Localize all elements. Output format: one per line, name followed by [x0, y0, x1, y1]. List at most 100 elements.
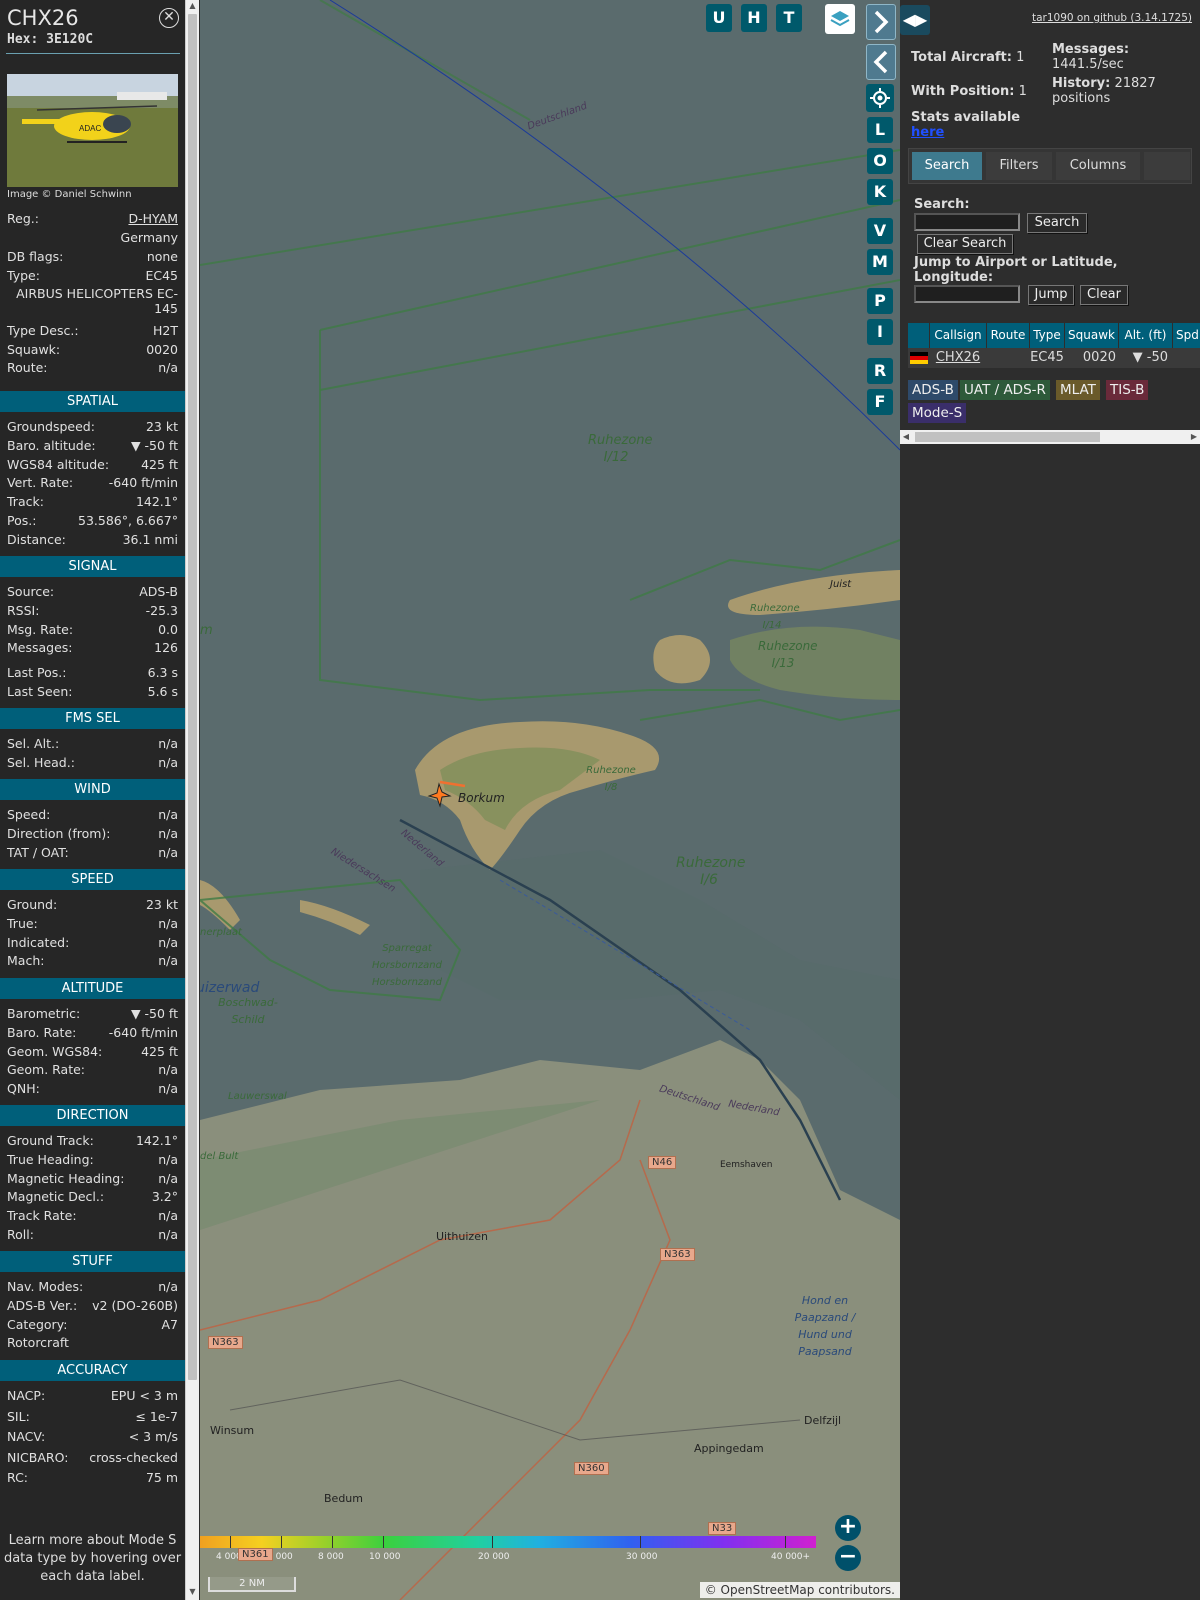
road-sign: N363 [660, 1248, 695, 1261]
road-sign: N363 [208, 1336, 243, 1349]
section-header-altitude: ALTITUDE [0, 978, 185, 999]
detail-label: Speed: [7, 807, 51, 822]
detail-label: Direction (from): [7, 825, 111, 841]
detail-row: Groundspeed: 23 kt [7, 418, 178, 436]
detail-label: Vert. Rate: [7, 475, 74, 491]
info-row: DB flags: none [7, 248, 178, 266]
search-button[interactable]: Search [1027, 213, 1087, 233]
town-winsum: Winsum [210, 1424, 255, 1437]
table-header-route[interactable]: Route [987, 323, 1029, 348]
detail-value: 36.1 nmi [122, 531, 178, 547]
settings-gear-icon[interactable] [866, 84, 894, 112]
map-toggle-button-i[interactable]: I [867, 319, 893, 345]
github-link[interactable]: tar1090 on github (3.14.1725) [1032, 12, 1192, 24]
map-toggle-button-f[interactable]: F [867, 389, 893, 415]
legend-tis-b[interactable]: TIS-B [1106, 380, 1149, 400]
search-input[interactable] [914, 213, 1020, 231]
road-sign: N361 [238, 1548, 273, 1561]
altitude-scale-tick [332, 1536, 333, 1548]
detail-row: Direction (from): n/a [7, 825, 178, 843]
total-aircraft: Total Aircraft: 1 [911, 50, 1025, 65]
detail-value: < 3 m/s [128, 1429, 178, 1444]
map-toggle-button-m[interactable]: M [867, 249, 893, 275]
table-header-altitude[interactable]: Alt. (ft) [1119, 323, 1172, 348]
layer-button-u[interactable]: U [706, 4, 732, 32]
detail-label: Nav. Modes: [7, 1279, 84, 1294]
map-toggle-button-l[interactable]: L [867, 117, 893, 143]
collapse-panel-button[interactable] [866, 44, 896, 80]
row-altitude: ▼ -50 [1132, 350, 1168, 365]
jump-input[interactable] [914, 285, 1020, 303]
info-row: Route: n/a [7, 359, 178, 377]
tab-search[interactable]: Search [912, 152, 982, 180]
sidebar-scrollbar[interactable]: ▲ ▼ [185, 0, 199, 1600]
aircraft-hex: Hex: 3E120C [7, 32, 94, 47]
clear-search-button[interactable]: Clear Search [917, 234, 1013, 254]
legend-mlat[interactable]: MLAT [1056, 380, 1100, 400]
altitude-color-scale [200, 1536, 816, 1548]
altitude-scale-tick [785, 1536, 786, 1548]
info-label: Type Desc.: [7, 323, 79, 338]
detail-label: Category: [7, 1316, 68, 1332]
detail-label: Magnetic Decl.: [7, 1189, 105, 1205]
tab-filters[interactable]: Filters [986, 152, 1052, 180]
row-callsign[interactable]: CHX26 [930, 348, 986, 368]
stats-link[interactable]: here [911, 125, 944, 140]
map-toggle-button-o[interactable]: O [867, 148, 893, 174]
town-bedum: Bedum [324, 1492, 363, 1505]
map-label-ruhezone-12: Ruhezone I/12 [588, 433, 653, 465]
table-header-type[interactable]: Type [1030, 323, 1064, 348]
detail-row: Baro. altitude: ▼ -50 ft [7, 437, 178, 455]
map-toggle-button-r[interactable]: R [867, 358, 893, 384]
detail-value: 53.586°, 6.667° [78, 513, 178, 528]
layer-button-t[interactable]: T [776, 4, 802, 32]
detail-value: n/a [158, 754, 178, 770]
table-header-callsign[interactable]: Callsign [930, 323, 986, 348]
detail-row: Roll: n/a [7, 1226, 178, 1244]
jump-button[interactable]: Jump [1028, 285, 1074, 305]
table-horizontal-scrollbar[interactable]: ◀ ▶ [900, 430, 1200, 444]
table-header-speed[interactable]: Spd. [1173, 323, 1200, 348]
info-value[interactable]: D-HYAM [128, 210, 178, 228]
close-icon[interactable]: ✕ [159, 8, 179, 28]
detail-value: A7 [161, 1316, 178, 1332]
zoom-in-button[interactable]: + [835, 1515, 861, 1541]
detail-row: RSSI: -25.3 [7, 602, 178, 620]
legend-ads-b[interactable]: ADS-B [908, 380, 958, 400]
map-toggle-button-p[interactable]: P [867, 288, 893, 314]
tab-extra[interactable] [1144, 152, 1190, 180]
altitude-scale-label: 8 000 [318, 1552, 344, 1562]
toggle-sidebar-button[interactable]: ◀▶ [900, 5, 930, 35]
map-view[interactable]: Deutschland Ruhezone I/12 Juist Ruhezone… [200, 0, 900, 1600]
detail-value: -640 ft/min [108, 1024, 178, 1040]
detail-value: 75 m [145, 1470, 178, 1485]
layer-button-h[interactable]: H [741, 4, 767, 32]
info-label: DB flags: [7, 249, 64, 264]
clear-button[interactable]: Clear [1080, 285, 1128, 305]
tab-columns[interactable]: Columns [1056, 152, 1140, 180]
aircraft-photo[interactable]: ADAC [7, 74, 178, 187]
aircraft-detail-sidebar: CHX26 Hex: 3E120C ✕ ADAC Image © Daniel … [0, 0, 185, 1600]
layers-icon[interactable] [825, 4, 855, 34]
detail-row: True: n/a [7, 915, 178, 933]
table-header-squawk[interactable]: Squawk [1065, 323, 1118, 348]
zoom-out-button[interactable]: − [835, 1545, 861, 1571]
detail-label: Msg. Rate: [7, 621, 74, 637]
scale-bar: 2 NM [208, 1577, 296, 1592]
detail-row: Pos.: 53.586°, 6.667° [7, 512, 178, 530]
aircraft-marker[interactable] [426, 782, 452, 808]
detail-row: Indicated: n/a [7, 934, 178, 952]
info-label: Squawk: [7, 342, 61, 357]
map-label-m: m [200, 623, 213, 638]
map-attribution[interactable]: © OpenStreetMap contributors. [699, 1582, 900, 1598]
legend-uat-ads-r[interactable]: UAT / ADS-R [960, 380, 1050, 400]
map-label-lauwerswal: Lauwerswal [228, 1091, 287, 1102]
map-toggle-button-v[interactable]: V [867, 218, 893, 244]
altitude-scale-tick [640, 1536, 641, 1548]
legend-mode-s[interactable]: Mode-S [908, 403, 967, 423]
detail-label: Ground: [7, 897, 58, 912]
detail-value: n/a [158, 1081, 178, 1097]
map-toggle-button-k[interactable]: K [867, 179, 893, 205]
detail-row: Geom. WGS84: 425 ft [7, 1043, 178, 1061]
expand-panel-button[interactable] [866, 4, 896, 40]
